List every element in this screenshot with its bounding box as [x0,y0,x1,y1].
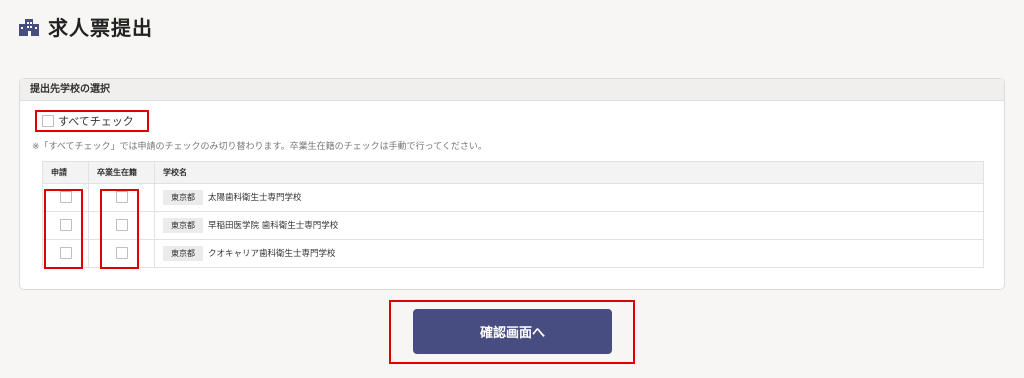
school-selection-panel: 提出先学校の選択 すべてチェック ※「すべてチェック」では申請のチェックのみ切り… [19,78,1005,290]
school-name: 太陽歯科衛生士専門学校 [208,193,302,203]
building-icon [18,18,40,36]
table-row: 東京都 早稲田医学院 歯科衛生士専門学校 [42,211,984,240]
page-header: 求人票提出 [18,12,153,41]
check-all-checkbox[interactable] [42,115,54,127]
school-name: クオキャリア歯科衛生士専門学校 [208,249,336,259]
column-header-apply: 申請 [42,161,89,184]
school-cell: 東京都 クオキャリア歯科衛生士専門学校 [154,239,984,268]
check-all-label: すべてチェック [58,115,134,128]
page-title: 求人票提出 [48,16,153,40]
prefecture-tag: 東京都 [163,190,203,205]
graduate-column-highlight [100,189,139,269]
check-all-control[interactable]: すべてチェック [35,110,149,132]
school-name: 早稲田医学院 歯科衛生士専門学校 [208,221,339,231]
school-cell: 東京都 太陽歯科衛生士専門学校 [154,183,984,212]
table-header-row: 申請 卒業生在籍 学校名 [42,161,984,184]
confirm-button[interactable]: 確認画面へ [413,309,612,354]
prefecture-tag: 東京都 [163,218,203,233]
school-table: 申請 卒業生在籍 学校名 東京都 太陽歯科衛生士専門学校 東京都 早稲田医学院 歯科… [42,161,984,268]
panel-heading: 提出先学校の選択 [20,79,1004,101]
school-cell: 東京都 早稲田医学院 歯科衛生士専門学校 [154,211,984,240]
table-row: 東京都 クオキャリア歯科衛生士専門学校 [42,239,984,268]
column-header-school: 学校名 [154,161,984,184]
prefecture-tag: 東京都 [163,246,203,261]
column-header-graduate: 卒業生在籍 [88,161,155,184]
apply-column-highlight [44,189,83,269]
check-all-note: ※「すべてチェック」では申請のチェックのみ切り替わります。卒業生在籍のチェックは… [32,142,487,152]
table-row: 東京都 太陽歯科衛生士専門学校 [42,183,984,212]
